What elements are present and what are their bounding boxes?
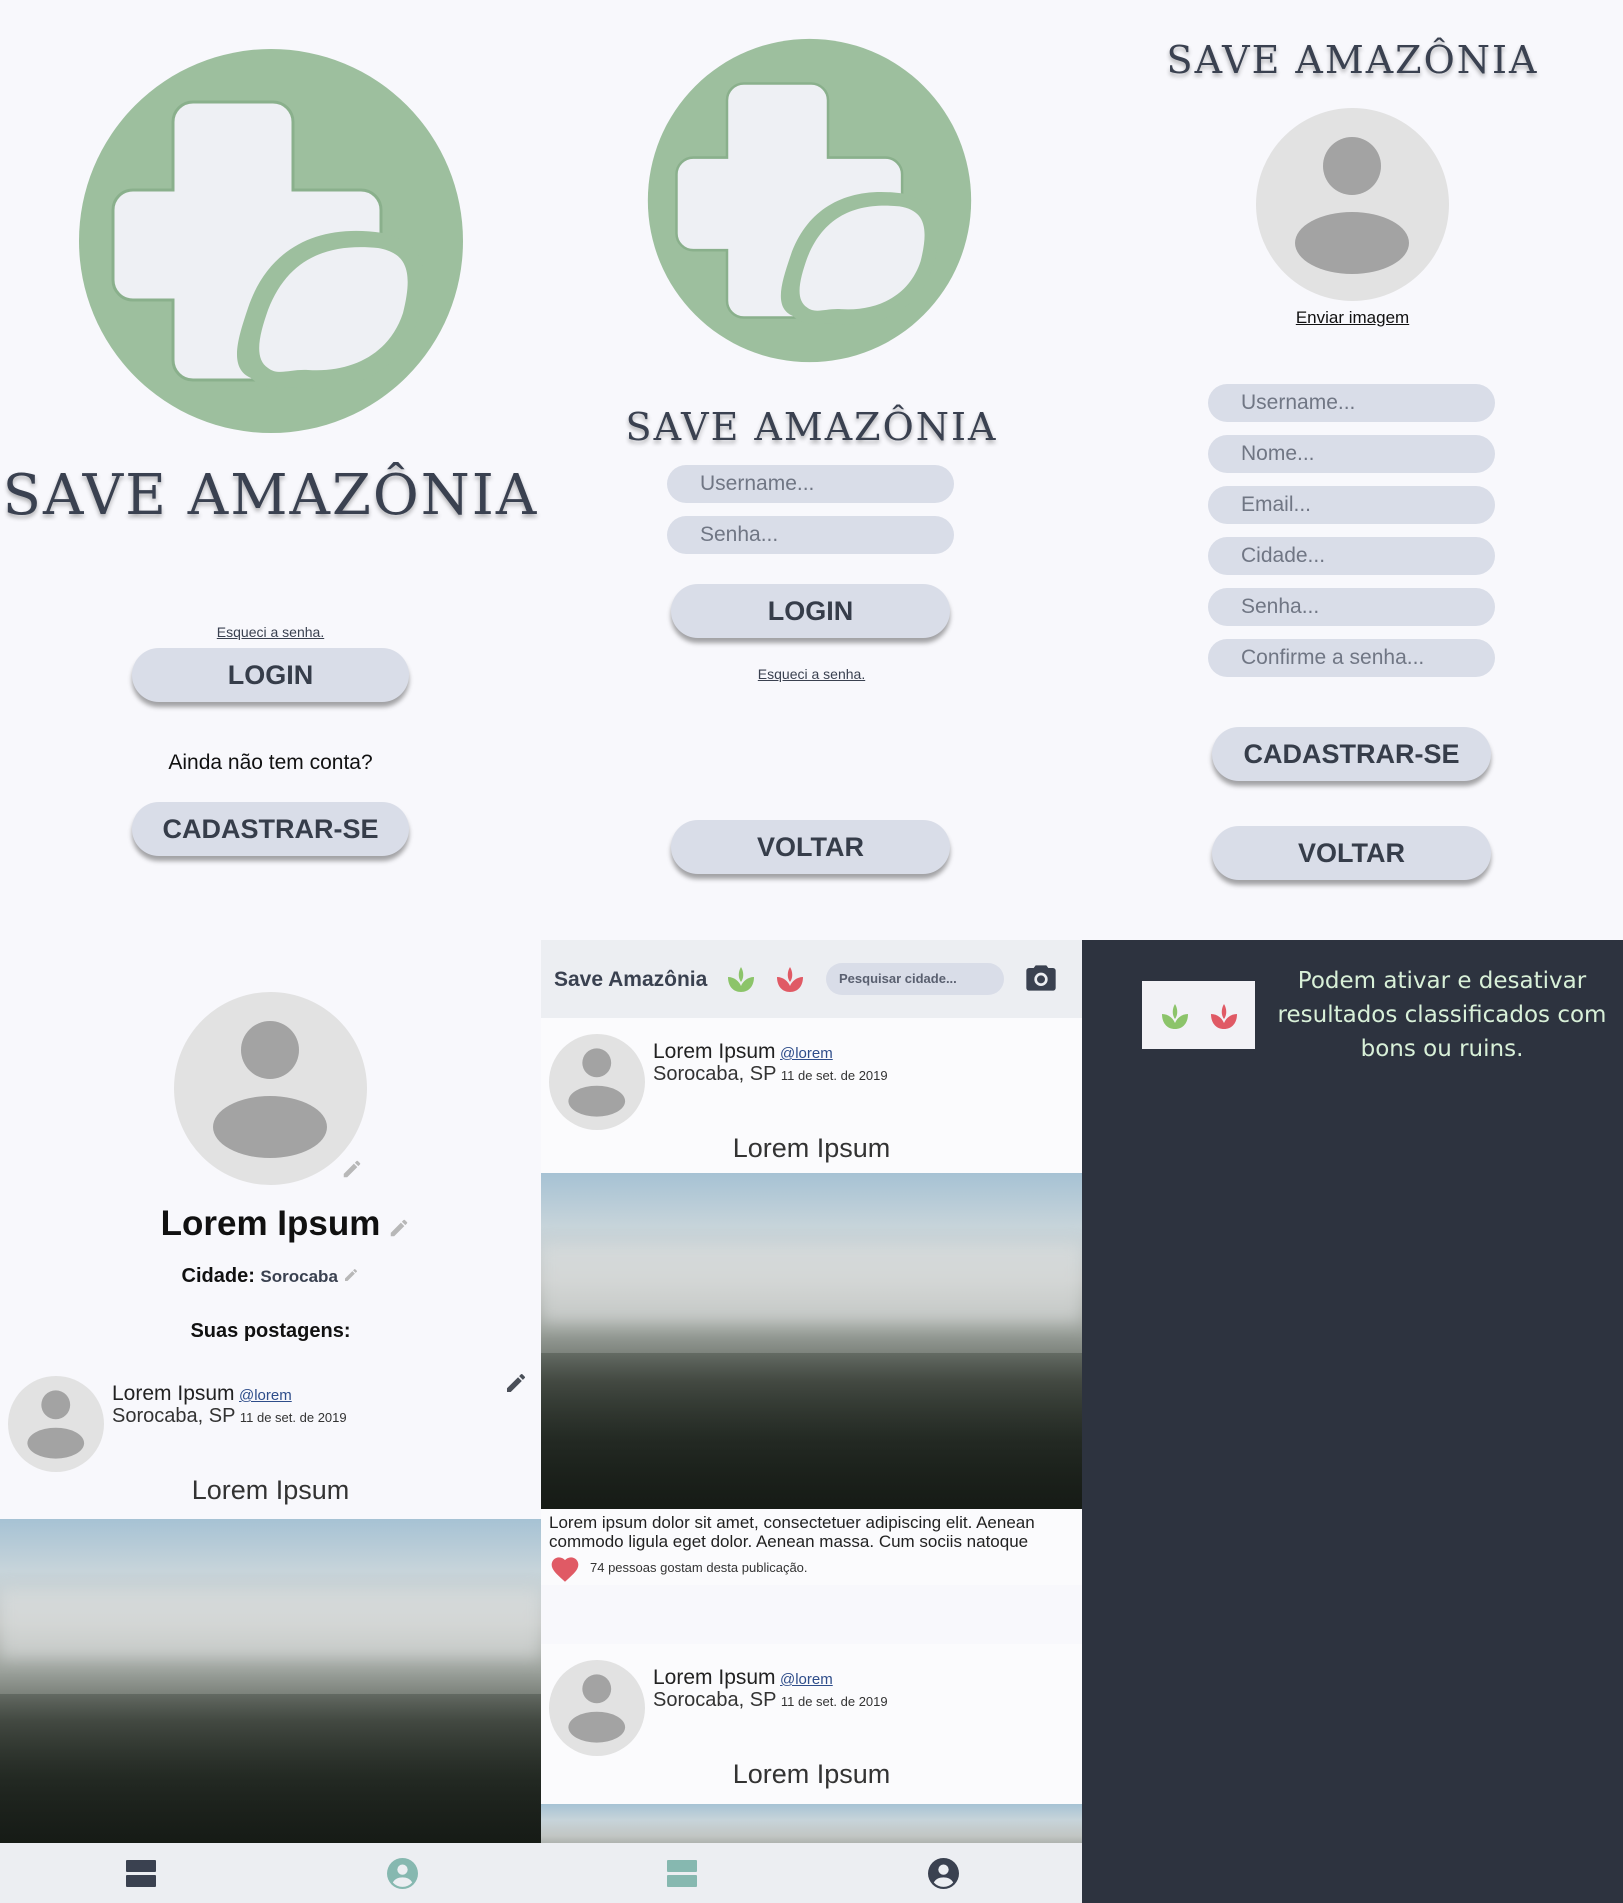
post-author-handle[interactable]: @lorem — [780, 1045, 833, 1062]
post-header: Lorem Ipsum @lorem Sorocaba, SP 11 de se… — [112, 1383, 532, 1428]
signup-screen: SAVE AMAZÔNIA Enviar imagem Username... … — [1082, 0, 1623, 940]
name-field[interactable]: Nome... — [1208, 435, 1495, 473]
city-search-input[interactable]: Pesquisar cidade... — [826, 963, 1004, 995]
forgot-password-link[interactable]: Esqueci a senha. — [0, 624, 541, 640]
post-photo[interactable] — [541, 1173, 1082, 1509]
signup-button[interactable]: CADASTRAR-SE — [132, 802, 409, 856]
edit-name-pencil-icon[interactable] — [388, 1217, 410, 1239]
good-filter-plant-icon[interactable] — [725, 962, 757, 994]
post-author-avatar[interactable] — [549, 1660, 645, 1756]
user-silhouette-icon — [27, 1390, 85, 1459]
post-photo[interactable] — [0, 1519, 541, 1844]
password-field[interactable]: Senha... — [1208, 588, 1495, 626]
post-author-handle[interactable]: @lorem — [780, 1671, 833, 1688]
post-author-name[interactable]: Lorem Ipsum — [653, 1666, 776, 1689]
post-author-avatar[interactable] — [549, 1034, 645, 1130]
post-city: Sorocaba, SP — [653, 1689, 777, 1711]
email-field[interactable]: Email... — [1208, 486, 1495, 524]
profile-city: Cidade: Sorocaba — [0, 1265, 541, 1288]
forgot-password-link[interactable]: Esqueci a senha. — [541, 666, 1082, 682]
posts-label: Suas postagens: — [190, 1320, 351, 1342]
confirm-password-field[interactable]: Confirme a senha... — [1208, 639, 1495, 677]
city-field[interactable]: Cidade... — [1208, 537, 1495, 575]
username-input[interactable]: Username... — [667, 465, 954, 503]
post-date: 11 de set. de 2019 — [780, 1694, 888, 1709]
password-input[interactable]: Senha... — [667, 516, 954, 554]
post-date: 11 de set. de 2019 — [239, 1410, 347, 1425]
user-silhouette-icon — [568, 1048, 626, 1117]
avatar[interactable] — [1256, 108, 1449, 301]
bad-filter-plant-icon — [1211, 1004, 1237, 1029]
back-button[interactable]: VOLTAR — [1212, 826, 1491, 880]
bottom-nav — [0, 1843, 541, 1903]
post-author-avatar[interactable] — [8, 1376, 104, 1472]
user-silhouette-icon — [213, 1021, 327, 1158]
profile-avatar[interactable] — [174, 992, 367, 1185]
city-label: Cidade: — [181, 1265, 255, 1287]
post-city: Sorocaba, SP — [653, 1063, 777, 1085]
post-header: Lorem Ipsum @lorem Sorocaba, SP 11 de se… — [653, 1041, 1073, 1086]
upload-image-link[interactable]: Enviar imagem — [1082, 308, 1623, 328]
post-author-name[interactable]: Lorem Ipsum — [112, 1382, 235, 1405]
post-author-handle[interactable]: @lorem — [239, 1387, 292, 1404]
profile-screen: Lorem Ipsum Cidade: Sorocaba Suas postag… — [0, 940, 541, 1903]
feed-post: Lorem Ipsum @lorem Sorocaba, SP 11 de se… — [541, 1018, 1082, 1571]
brand-logo-icon — [79, 49, 463, 433]
filter-icons-box — [1142, 981, 1255, 1049]
login-button[interactable]: LOGIN — [132, 648, 409, 702]
brand-logo-icon — [647, 38, 972, 363]
post-likes-row: 74 pessoas gostam desta publicação. — [541, 1553, 1082, 1585]
feed-nav-icon[interactable] — [126, 1860, 156, 1888]
tree-line — [541, 1353, 1082, 1509]
post-title: Lorem Ipsum — [732, 1133, 891, 1163]
username-field[interactable]: Username... — [1208, 384, 1495, 422]
profile-nav-icon[interactable] — [387, 1858, 418, 1889]
post-header: Lorem Ipsum @lorem Sorocaba, SP 11 de se… — [653, 1667, 1073, 1712]
edit-avatar-pencil-icon[interactable] — [341, 1158, 363, 1180]
no-account-text: Ainda não tem conta? — [168, 751, 373, 774]
fog-layer — [0, 1589, 541, 1659]
camera-icon[interactable] — [1025, 964, 1057, 992]
good-filter-plant-icon — [1162, 1004, 1188, 1029]
feed-screen: Save Amazônia Pesquisar cidade... Lorem … — [541, 940, 1082, 1903]
annotation-text: Podem ativar e desativar resultados clas… — [1277, 968, 1607, 1062]
login-screen: SAVE AMAZÔNIA Username... Senha... LOGIN… — [541, 0, 1082, 940]
city-value: Sorocaba — [260, 1267, 338, 1286]
post-city: Sorocaba, SP — [112, 1405, 236, 1427]
edit-city-pencil-icon[interactable] — [343, 1267, 359, 1283]
annotation-panel: Podem ativar e desativar resultados clas… — [1082, 940, 1623, 1903]
bad-filter-plant-icon[interactable] — [774, 962, 806, 994]
back-button[interactable]: VOLTAR — [671, 820, 950, 874]
brand-title: SAVE AMAZÔNIA — [2, 463, 539, 528]
feed-nav-icon[interactable] — [667, 1860, 697, 1888]
like-heart-icon[interactable] — [549, 1553, 581, 1583]
post-date: 11 de set. de 2019 — [780, 1068, 888, 1083]
brand-title: SAVE AMAZÔNIA — [625, 405, 998, 449]
bottom-nav — [541, 1843, 1082, 1903]
app-title: Save Amazônia — [554, 968, 708, 991]
tree-line — [0, 1694, 541, 1844]
post-author-name[interactable]: Lorem Ipsum — [653, 1040, 776, 1063]
login-button[interactable]: LOGIN — [671, 584, 950, 638]
profile-name: Lorem Ipsum — [160, 1204, 381, 1243]
user-silhouette-icon — [1295, 137, 1409, 274]
likes-count: 74 pessoas gostam desta publicação. — [590, 1560, 808, 1575]
post-title: Lorem Ipsum — [732, 1759, 891, 1789]
fog-layer — [541, 1243, 1082, 1323]
brand-title: SAVE AMAZÔNIA — [1166, 38, 1539, 82]
feed-header: Save Amazônia Pesquisar cidade... — [541, 940, 1082, 1018]
signup-button[interactable]: CADASTRAR-SE — [1212, 727, 1491, 781]
user-silhouette-icon — [568, 1674, 626, 1743]
profile-nav-icon[interactable] — [928, 1858, 959, 1889]
post-title: Lorem Ipsum — [191, 1475, 350, 1505]
welcome-screen: SAVE AMAZÔNIA Esqueci a senha. LOGIN Ain… — [0, 0, 541, 940]
